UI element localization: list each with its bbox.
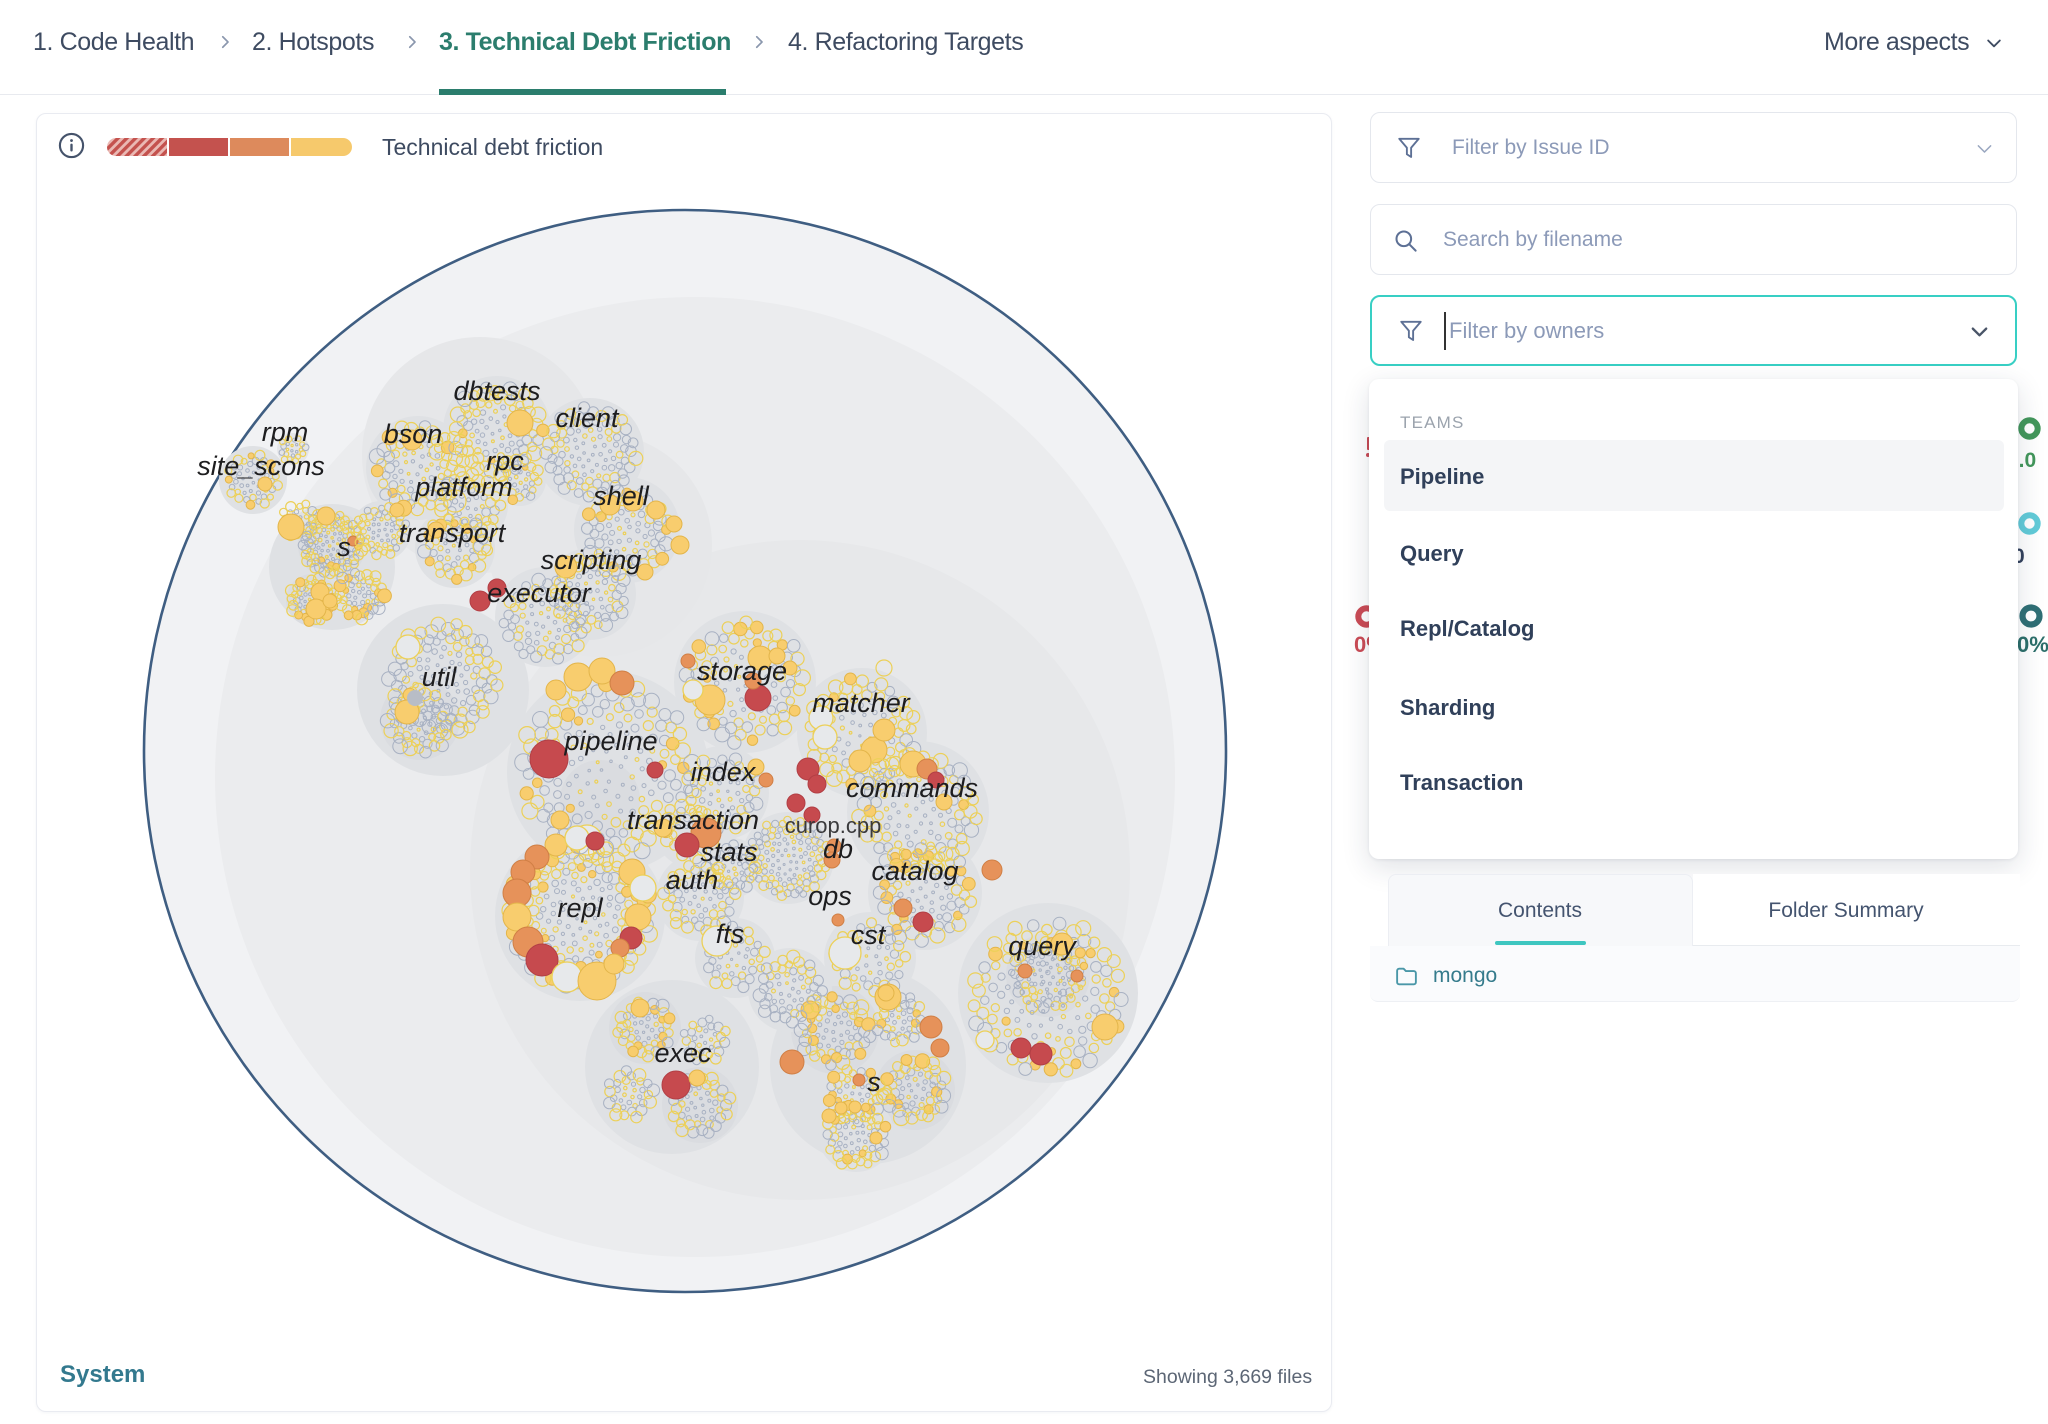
svg-text:transaction: transaction [627, 805, 759, 835]
svg-text:exec: exec [654, 1038, 712, 1068]
svg-text:matcher: matcher [812, 688, 911, 718]
svg-text:client: client [555, 403, 620, 433]
svg-text:bson: bson [384, 419, 443, 449]
svg-text:s: s [337, 532, 351, 562]
svg-text:rpm: rpm [262, 417, 309, 447]
svg-text:shell: shell [593, 481, 650, 511]
svg-text:index: index [691, 757, 757, 787]
svg-text:executor: executor [487, 578, 592, 608]
svg-text:site_scons: site_scons [197, 451, 325, 481]
svg-text:query: query [1008, 931, 1077, 961]
svg-text:cst: cst [851, 920, 887, 950]
svg-text:storage: storage [697, 656, 787, 686]
svg-text:ops: ops [808, 881, 852, 911]
svg-text:stats: stats [700, 837, 757, 867]
svg-text:transport: transport [399, 518, 507, 548]
svg-text:s: s [867, 1067, 881, 1097]
svg-text:catalog: catalog [871, 856, 958, 886]
svg-text:platform: platform [414, 472, 513, 502]
svg-text:auth: auth [666, 865, 719, 895]
svg-text:db: db [823, 834, 853, 864]
svg-text:repl: repl [557, 893, 603, 923]
svg-text:curop.cpp: curop.cpp [785, 813, 882, 838]
svg-text:pipeline: pipeline [563, 726, 657, 756]
svg-text:commands: commands [846, 773, 978, 803]
svg-text:dbtests: dbtests [453, 376, 540, 406]
svg-text:scripting: scripting [541, 545, 642, 575]
svg-text:util: util [422, 662, 458, 692]
svg-text:fts: fts [716, 919, 745, 949]
